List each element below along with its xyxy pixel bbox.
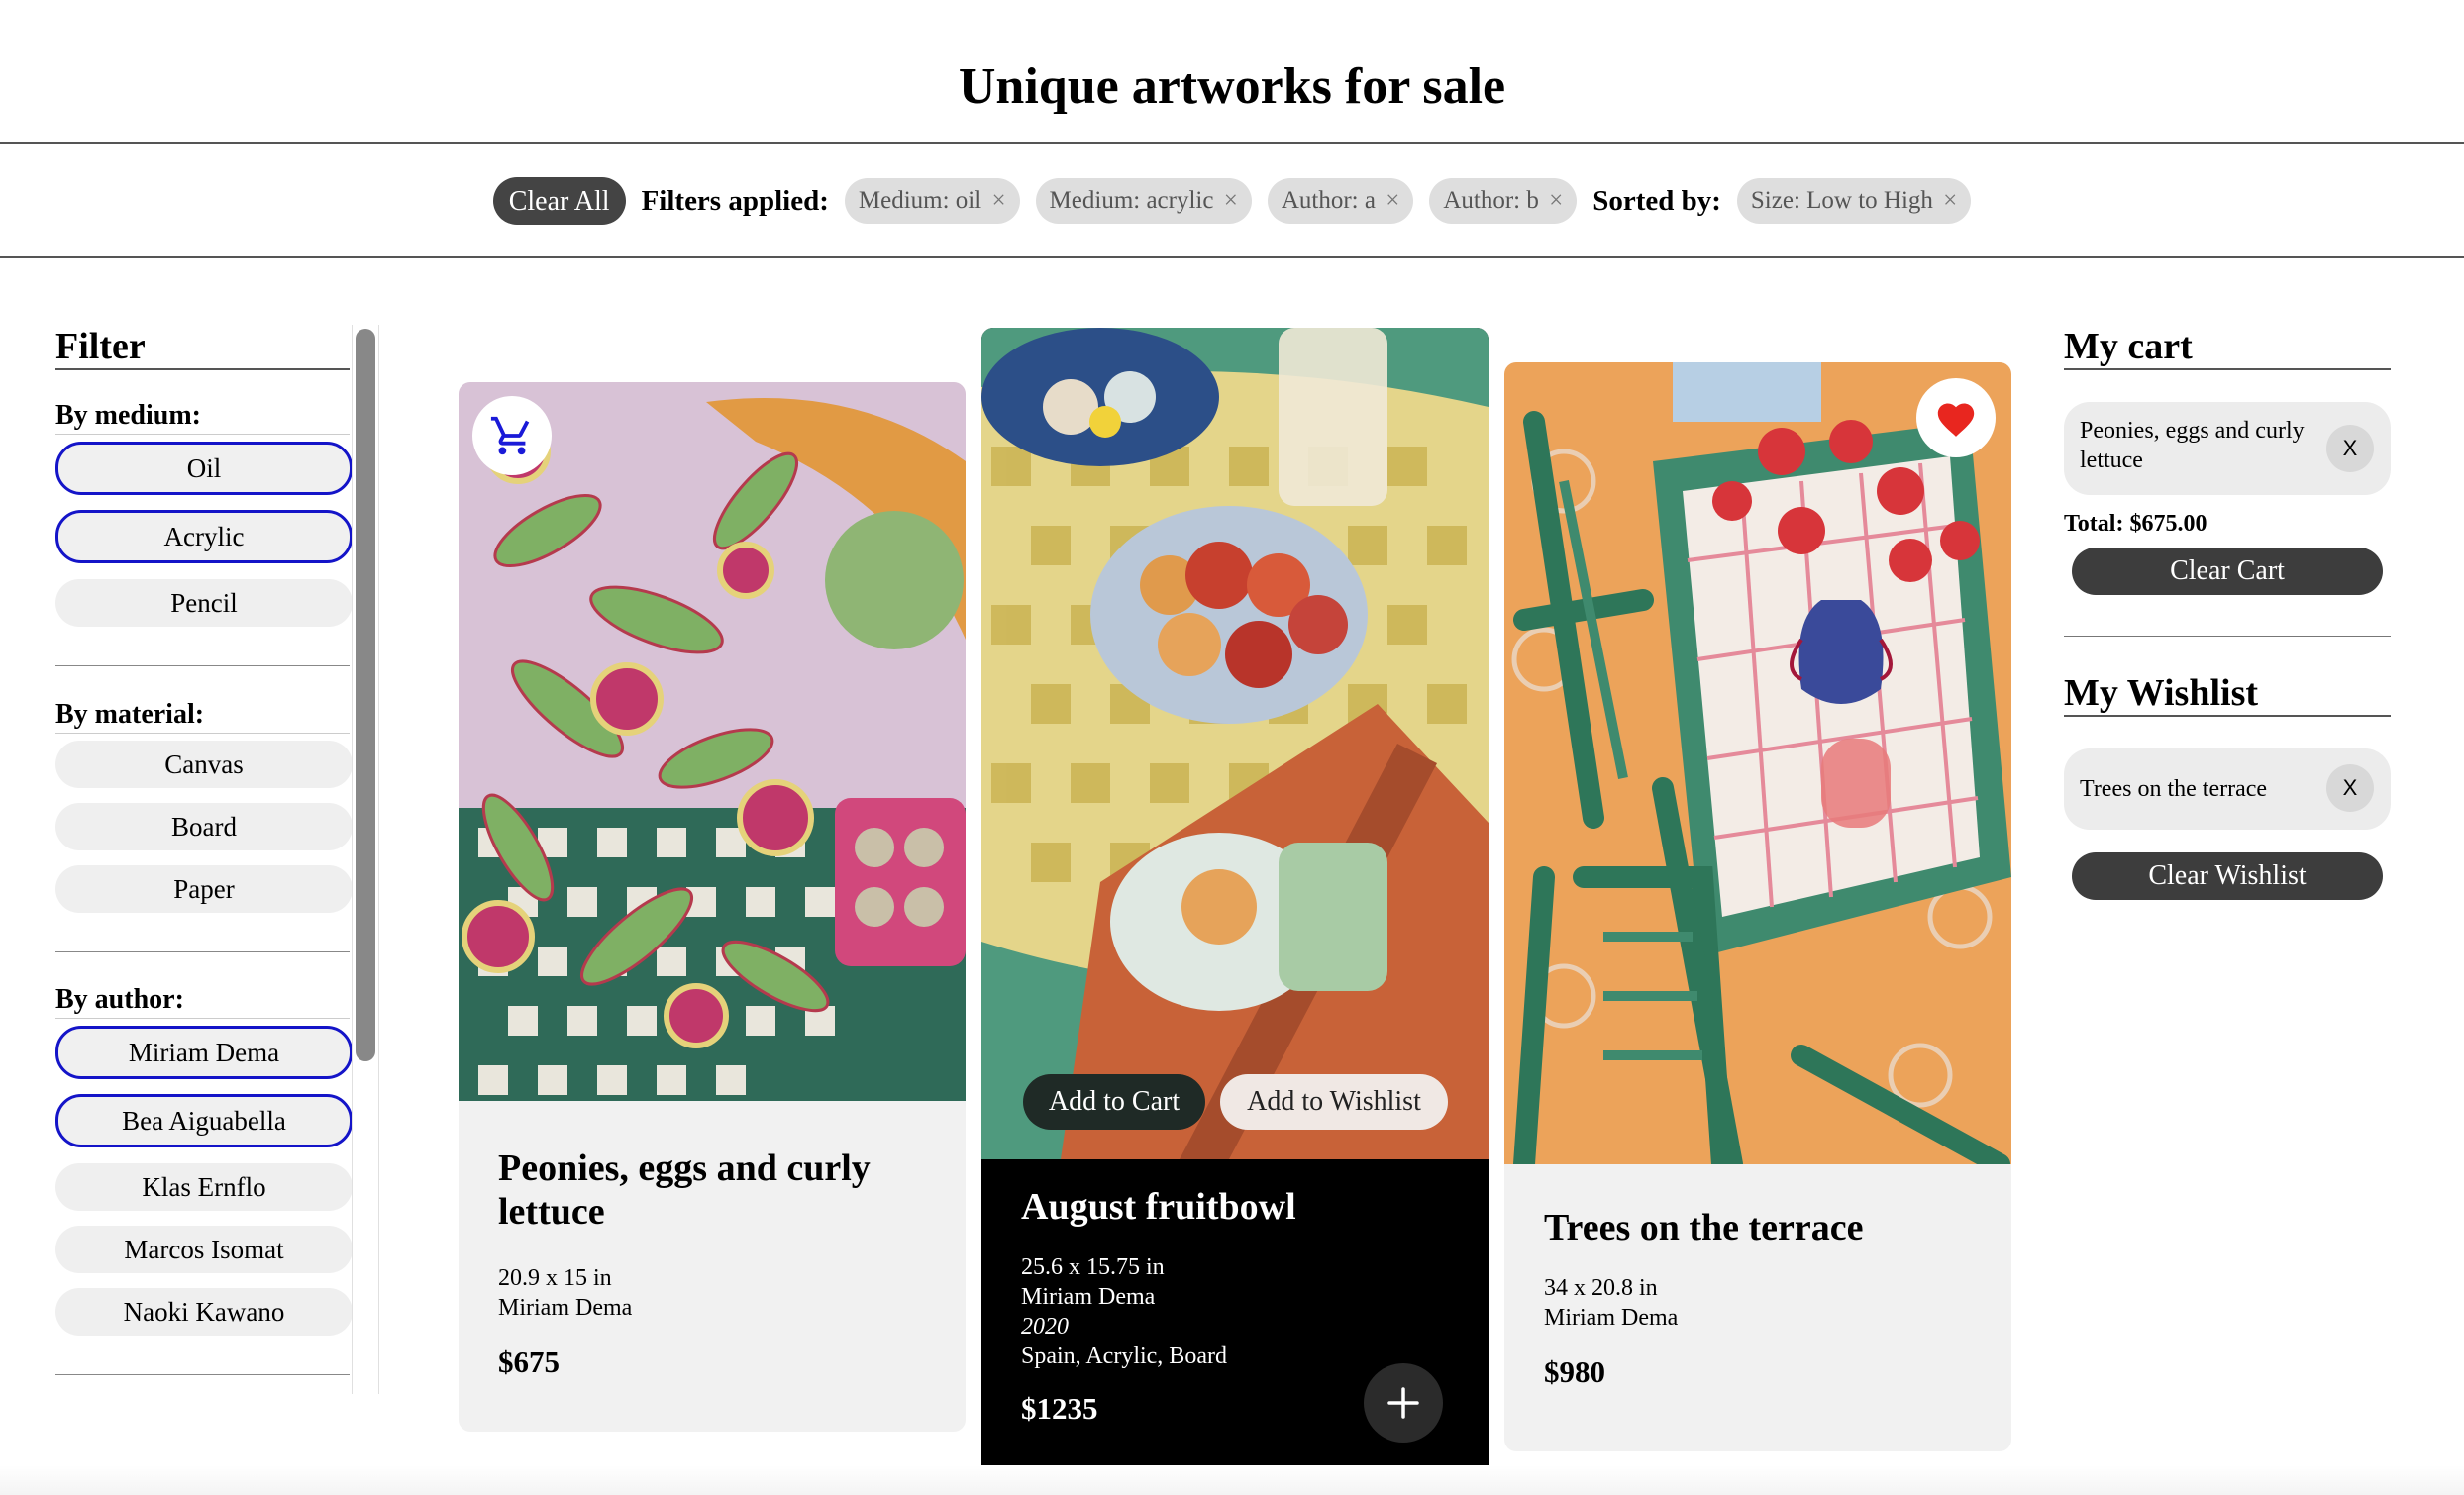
cart-title: My cart xyxy=(2064,326,2193,367)
card-title: August fruitbowl xyxy=(1021,1186,1296,1228)
wishlist-title: My Wishlist xyxy=(2064,672,2259,714)
divider xyxy=(55,434,350,435)
filter-chip-author-b[interactable]: Author: b × xyxy=(1429,178,1578,224)
add-to-cart-button[interactable]: Add to Cart xyxy=(1023,1074,1205,1130)
divider xyxy=(55,665,350,666)
remove-cart-item-button[interactable]: X xyxy=(2326,425,2374,472)
author-option-naoki-kawano[interactable]: Naoki Kawano xyxy=(55,1288,353,1336)
author-option-miriam-dema[interactable]: Miriam Dema xyxy=(55,1026,353,1079)
remove-sort-icon[interactable]: × xyxy=(1943,187,1957,214)
sidebar-scrollbar-thumb[interactable] xyxy=(356,329,375,1061)
clear-cart-button[interactable]: Clear Cart xyxy=(2072,548,2383,595)
divider xyxy=(2064,715,2391,717)
remove-filter-icon[interactable]: × xyxy=(1386,187,1399,214)
divider xyxy=(2064,368,2391,370)
remove-filter-icon[interactable]: × xyxy=(1224,187,1238,214)
card-author: Miriam Dema xyxy=(1544,1305,1679,1331)
wishlist-item-label: Trees on the terrace xyxy=(2080,776,2268,802)
medium-option-acrylic[interactable]: Acrylic xyxy=(55,510,353,563)
heart-icon xyxy=(1937,403,1975,437)
add-to-wishlist-button[interactable]: Add to Wishlist xyxy=(1220,1074,1448,1130)
material-option-paper[interactable]: Paper xyxy=(55,865,353,913)
medium-option-oil[interactable]: Oil xyxy=(55,442,353,495)
page-title: Unique artworks for sale xyxy=(958,58,1506,115)
applied-filters-bar: Clear All Filters applied: Medium: oil ×… xyxy=(0,175,2464,227)
medium-option-pencil[interactable]: Pencil xyxy=(55,579,353,627)
remove-filter-icon[interactable]: × xyxy=(991,187,1005,214)
card-price: $980 xyxy=(1544,1354,1605,1389)
sort-chip[interactable]: Size: Low to High × xyxy=(1736,178,1972,224)
author-option-bea-aiguabella[interactable]: Bea Aiguabella xyxy=(55,1094,353,1147)
cart-total: Total: $675.00 xyxy=(2064,511,2207,537)
page-bottom-shade xyxy=(0,1465,2464,1495)
author-option-marcos-isomat[interactable]: Marcos Isomat xyxy=(55,1226,353,1273)
filter-chip-medium-acrylic[interactable]: Medium: acrylic × xyxy=(1035,178,1252,224)
card-size: 20.9 x 15 in xyxy=(498,1265,612,1291)
cart-icon xyxy=(490,416,530,455)
artwork-card-peonies[interactable]: Peonies, eggs and curly lettuce 20.9 x 1… xyxy=(459,382,966,1432)
artwork-image-august-fruitbowl xyxy=(981,328,1489,1159)
material-option-board[interactable]: Board xyxy=(55,803,353,850)
filter-sidebar: Filter By medium: Oil Acrylic Pencil By … xyxy=(0,325,381,1394)
divider xyxy=(55,733,350,734)
author-option-klas-ernflo[interactable]: Klas Ernflo xyxy=(55,1163,353,1211)
expand-details-button[interactable] xyxy=(1364,1363,1443,1443)
divider xyxy=(55,951,350,952)
material-heading: By material: xyxy=(55,699,205,730)
filters-applied-label: Filters applied: xyxy=(641,184,829,217)
plus-icon xyxy=(1387,1387,1419,1419)
card-author: Miriam Dema xyxy=(1021,1284,1156,1310)
card-size: 34 x 20.8 in xyxy=(1544,1275,1658,1301)
divider xyxy=(2064,636,2391,637)
filter-chip-medium-oil[interactable]: Medium: oil × xyxy=(844,178,1020,224)
artwork-image-peonies xyxy=(459,382,966,1101)
medium-heading: By medium: xyxy=(55,400,201,431)
filter-bar-divider xyxy=(0,256,2464,258)
card-title: Trees on the terrace xyxy=(1544,1207,1864,1248)
artwork-card-august-fruitbowl[interactable]: Add to Cart Add to Wishlist August fruit… xyxy=(981,328,1489,1488)
author-heading: By author: xyxy=(55,984,184,1015)
cart-item-label: Peonies, eggs and curly lettuce xyxy=(2080,418,2305,473)
divider xyxy=(55,1018,350,1019)
card-author: Miriam Dema xyxy=(498,1295,633,1321)
artwork-card-trees-on-the-terrace[interactable]: Trees on the terrace 34 x 20.8 in Miriam… xyxy=(1504,362,2011,1451)
remove-wishlist-item-button[interactable]: X xyxy=(2326,764,2374,812)
material-option-canvas[interactable]: Canvas xyxy=(55,741,353,788)
in-cart-badge[interactable] xyxy=(472,396,552,475)
filter-title: Filter xyxy=(55,326,146,367)
filter-chip-author-a[interactable]: Author: a × xyxy=(1267,178,1414,224)
in-wishlist-badge[interactable] xyxy=(1916,378,1996,457)
clear-wishlist-button[interactable]: Clear Wishlist xyxy=(2072,852,2383,900)
remove-filter-icon[interactable]: × xyxy=(1549,187,1563,214)
divider xyxy=(55,368,350,370)
clear-all-button[interactable]: Clear All xyxy=(492,177,626,225)
card-year: 2020 xyxy=(1021,1314,1069,1340)
card-size: 25.6 x 15.75 in xyxy=(1021,1254,1165,1280)
header-divider xyxy=(0,142,2464,144)
artwork-image-trees-on-the-terrace xyxy=(1504,362,2011,1164)
card-title: Peonies, eggs and curly lettuce xyxy=(498,1147,871,1233)
divider xyxy=(55,1374,350,1375)
card-price: $675 xyxy=(498,1345,560,1379)
sorted-by-label: Sorted by: xyxy=(1592,184,1721,217)
